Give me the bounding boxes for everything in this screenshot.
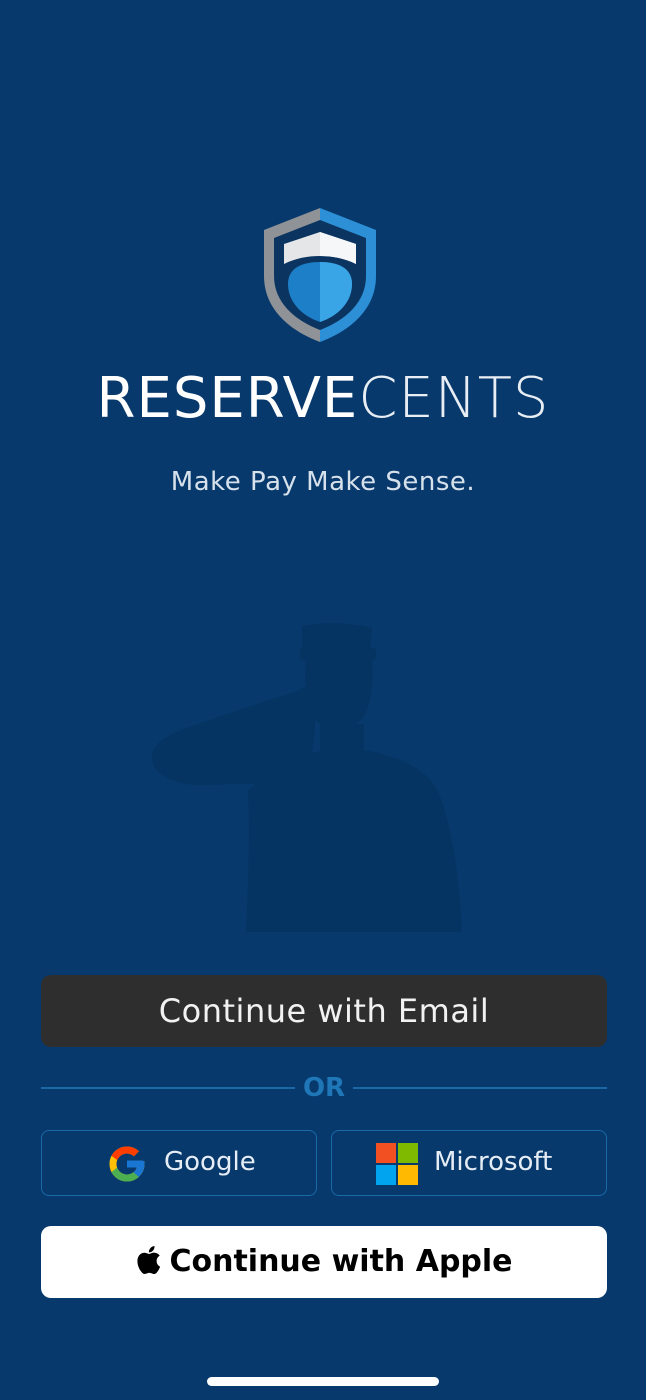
apple-icon bbox=[137, 1246, 161, 1275]
brand-wordmark: RESERVECENTS bbox=[0, 364, 646, 434]
home-indicator[interactable] bbox=[207, 1377, 439, 1386]
apple-button-label: Continue with Apple bbox=[169, 1244, 513, 1279]
microsoft-squares-icon bbox=[376, 1143, 418, 1185]
tagline: Make Pay Make Sense. bbox=[170, 467, 476, 497]
or-divider: OR bbox=[41, 1068, 607, 1108]
saluting-soldier-silhouette-icon bbox=[152, 623, 462, 932]
shield-logo-icon bbox=[264, 208, 376, 342]
divider-line-right bbox=[353, 1087, 607, 1089]
divider-line-left bbox=[41, 1087, 295, 1089]
brand-name-bold: RESERVE bbox=[96, 366, 359, 431]
microsoft-sign-in-button[interactable]: Microsoft bbox=[331, 1130, 607, 1196]
continue-with-email-button[interactable]: Continue with Email bbox=[41, 975, 607, 1047]
google-g-icon bbox=[109, 1146, 145, 1182]
google-button-label: Google bbox=[164, 1147, 256, 1177]
login-screen: RESERVECENTS Make Pay Make Sense. Contin… bbox=[0, 0, 646, 1400]
brand-name-light: CENTS bbox=[358, 366, 550, 431]
microsoft-button-label: Microsoft bbox=[434, 1147, 553, 1177]
continue-with-apple-button[interactable]: Continue with Apple bbox=[41, 1226, 607, 1298]
google-sign-in-button[interactable]: Google bbox=[41, 1130, 317, 1196]
divider-or-label: OR bbox=[302, 1073, 346, 1103]
